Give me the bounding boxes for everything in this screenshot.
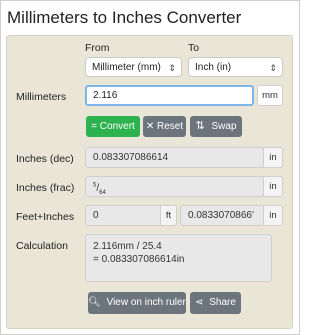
view-ruler-button[interactable]: 🔍︎ View on inch ruler: [88, 292, 186, 314]
share-icon: ⋖: [195, 297, 204, 308]
swap-icon: ⇅: [195, 120, 205, 132]
convert-button[interactable]: = Convert: [86, 116, 140, 137]
feet-output: 0: [85, 205, 161, 226]
share-label: Share: [209, 297, 236, 308]
share-button[interactable]: ⋖ Share: [190, 292, 241, 314]
calc-line-1: 2.116mm / 25.4: [93, 241, 162, 252]
fraction-value: 5/64: [93, 183, 106, 197]
mm-unit-addon: mm: [257, 85, 283, 106]
inches-dec-unit: in: [264, 147, 283, 168]
from-unit-value: Millimeter (mm): [92, 62, 161, 73]
calculation-output: 2.116mm / 25.4 = 0.083307086614in: [85, 234, 272, 282]
swap-label: Swap: [211, 121, 237, 132]
inches-frac-output: 5/64: [85, 176, 264, 197]
calc-line-2: = 0.083307086614in: [93, 254, 185, 265]
reset-button[interactable]: ✕ Reset: [143, 116, 186, 137]
swap-button[interactable]: ⇅ Swap: [190, 116, 242, 137]
page-title: Millimeters to Inches Converter: [7, 8, 242, 27]
inches-dec-output: 0.083307086614: [85, 147, 264, 168]
search-icon: 🔍︎: [88, 297, 101, 308]
view-ruler-label: View on inch ruler: [106, 297, 186, 308]
select-chevron-icon: ⇕: [269, 63, 277, 73]
millimeters-input[interactable]: 2.116: [85, 85, 254, 106]
from-label: From: [85, 42, 110, 54]
inches-output: 0.0833070866': [180, 205, 264, 226]
calculation-label: Calculation: [16, 240, 68, 252]
from-unit-select[interactable]: Millimeter (mm) ⇕: [85, 57, 182, 77]
millimeters-label: Millimeters: [16, 91, 67, 103]
converter-panel: From To Millimeter (mm) ⇕ Inch (in) ⇕ Mi…: [6, 35, 293, 329]
to-unit-select[interactable]: Inch (in) ⇕: [188, 57, 283, 77]
inches-frac-label: Inches (frac): [16, 182, 75, 194]
feet-unit: ft: [161, 205, 177, 226]
inches-frac-unit: in: [264, 176, 283, 197]
feet-inches-label: Feet+Inches: [16, 211, 75, 223]
inches-dec-label: Inches (dec): [16, 153, 74, 165]
inches-unit: in: [264, 205, 283, 226]
to-unit-value: Inch (in): [195, 62, 232, 73]
select-chevron-icon: ⇕: [168, 63, 176, 73]
to-label: To: [188, 42, 200, 54]
